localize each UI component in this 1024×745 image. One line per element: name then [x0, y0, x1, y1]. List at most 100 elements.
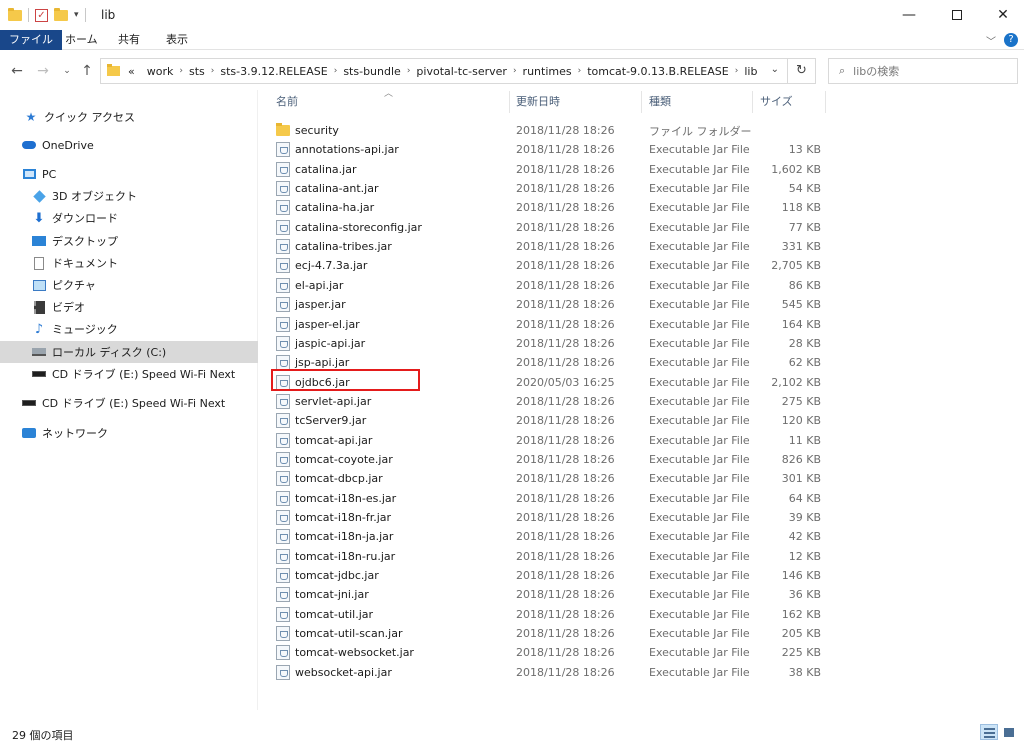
help-icon[interactable]: ? — [1004, 33, 1018, 47]
file-row[interactable]: tomcat-util.jar 2018/11/28 18:26 Executabl… — [274, 605, 834, 624]
sidebar-item-network[interactable]: ネットワーク — [0, 422, 258, 444]
document-icon — [34, 256, 44, 270]
sidebar-item-local-disk-c[interactable]: ローカル ディスク (C:) — [0, 341, 258, 363]
breadcrumb-separator[interactable]: › — [735, 66, 739, 76]
file-row[interactable]: el-api.jar 2018/11/28 18:26 Executable Jar… — [274, 276, 834, 295]
breadcrumb-overflow[interactable]: « — [128, 65, 135, 78]
file-row[interactable]: tomcat-i18n-ja.jar 2018/11/28 18:26 Execut… — [274, 527, 834, 546]
file-row[interactable]: catalina-tribes.jar 2018/11/28 18:26 Execu… — [274, 237, 834, 256]
breadcrumb-separator[interactable]: › — [513, 66, 517, 76]
file-row[interactable]: tomcat-jdbc.jar 2018/11/28 18:26 Executabl… — [274, 566, 834, 585]
column-header-name[interactable]: 名前 — [270, 91, 510, 113]
breadcrumb-sts-bundle[interactable]: sts-bundle — [343, 65, 400, 78]
file-type: Executable Jar File — [649, 414, 750, 428]
address-history-icon[interactable]: ⌄ — [771, 64, 779, 75]
file-row[interactable]: tomcat-i18n-fr.jar 2018/11/28 18:26 Execut… — [274, 508, 834, 527]
file-row[interactable]: tomcat-i18n-ru.jar 2018/11/28 18:26 Execut… — [274, 547, 834, 566]
file-row[interactable]: tcServer9.jar 2018/11/28 18:26 Executable … — [274, 411, 834, 430]
breadcrumb-work[interactable]: work — [147, 65, 174, 78]
file-row[interactable]: catalina-ha.jar 2018/11/28 18:26 Executabl… — [274, 198, 834, 217]
file-row[interactable]: servlet-api.jar 2018/11/28 18:26 Executabl… — [274, 392, 834, 411]
download-icon: ⬇ — [33, 210, 45, 226]
file-size: 54 KB — [788, 182, 821, 196]
folder-row[interactable]: security 2018/11/28 18:26 ファイル フォルダー — [274, 121, 834, 140]
file-row[interactable]: ecj-4.7.3a.jar 2018/11/28 18:26 Executable… — [274, 256, 834, 275]
sidebar-item-3d-objects[interactable]: 3D オブジェクト — [0, 185, 258, 207]
jar-file-icon — [276, 432, 290, 448]
breadcrumb-separator[interactable]: › — [407, 66, 411, 76]
tab-share[interactable]: 共有 — [110, 30, 148, 50]
properties-icon[interactable]: ✓ — [35, 8, 48, 22]
file-name: servlet-api.jar — [295, 394, 372, 408]
file-row[interactable]: tomcat-i18n-es.jar 2018/11/28 18:26 Execut… — [274, 489, 834, 508]
file-row[interactable]: tomcat-api.jar 2018/11/28 18:26 Executable… — [274, 431, 834, 450]
tab-view[interactable]: 表示 — [158, 30, 196, 50]
file-size: 13 KB — [788, 143, 821, 157]
file-row[interactable]: jaspic-api.jar 2018/11/28 18:26 Executable… — [274, 334, 834, 353]
up-arrow-icon[interactable]: ↑ — [78, 61, 96, 81]
breadcrumb-sts[interactable]: sts — [189, 65, 205, 78]
refresh-icon[interactable]: ↻ — [787, 59, 815, 83]
sidebar-item-music[interactable]: ♪ ミュージック — [0, 318, 258, 340]
search-box[interactable]: ⌕ libの検索 — [828, 58, 1018, 84]
file-row[interactable]: jasper.jar 2018/11/28 18:26 Executable Jar… — [274, 295, 834, 314]
file-row[interactable]: catalina.jar 2018/11/28 18:26 Executable J… — [274, 160, 834, 179]
file-row[interactable]: websocket-api.jar 2018/11/28 18:26 Executa… — [274, 663, 834, 682]
column-header-type[interactable]: 種類 — [643, 91, 753, 113]
chevron-down-icon[interactable]: ﹀ — [986, 33, 996, 48]
file-row[interactable]: jasper-el.jar 2018/11/28 18:26 Executable … — [274, 315, 834, 334]
file-date: 2018/11/28 18:26 — [516, 414, 615, 428]
breadcrumb-separator[interactable]: › — [334, 66, 338, 76]
breadcrumb-runtimes[interactable]: runtimes — [523, 65, 572, 78]
sidebar-item-cd-drive-root[interactable]: CD ドライブ (E:) Speed Wi-Fi Next — [0, 392, 258, 414]
sidebar-item-desktop[interactable]: デスクトップ — [0, 230, 258, 252]
close-button[interactable]: ✕ — [980, 0, 1024, 30]
file-row[interactable]: tomcat-websocket.jar 2018/11/28 18:26 Exec… — [274, 643, 834, 662]
new-folder-icon[interactable] — [54, 7, 68, 21]
column-header-date[interactable]: 更新日時 — [510, 91, 642, 113]
sidebar-item-documents[interactable]: ドキュメント — [0, 252, 258, 274]
breadcrumb-separator[interactable]: › — [578, 66, 582, 76]
file-row[interactable]: annotations-api.jar 2018/11/28 18:26 Execu… — [274, 140, 834, 159]
tab-file[interactable]: ファイル — [0, 30, 62, 50]
file-name: tomcat-websocket.jar — [295, 646, 414, 660]
file-row[interactable]: catalina-ant.jar 2018/11/28 18:26 Executab… — [274, 179, 834, 198]
file-row[interactable]: catalina-storeconfig.jar 2018/11/28 18:26… — [274, 218, 834, 237]
file-name: tomcat-api.jar — [295, 433, 373, 447]
back-arrow-icon[interactable]: ← — [8, 61, 26, 81]
file-date: 2018/11/28 18:26 — [516, 627, 615, 641]
breadcrumb-separator[interactable]: › — [211, 66, 215, 76]
sidebar-item-quick-access[interactable]: ★ クイック アクセス — [0, 106, 258, 128]
minimize-button[interactable]: — — [886, 0, 932, 30]
breadcrumb-lib[interactable]: lib — [744, 65, 757, 78]
address-bar[interactable]: « work › sts › sts-3.9.12.RELEASE › sts-… — [100, 58, 816, 84]
sidebar-item-downloads[interactable]: ⬇ ダウンロード — [0, 207, 258, 229]
file-row[interactable]: tomcat-coyote.jar 2018/11/28 18:26 Executa… — [274, 450, 834, 469]
jar-file-icon — [276, 200, 290, 216]
breadcrumb-sts-version[interactable]: sts-3.9.12.RELEASE — [220, 65, 327, 78]
file-name: tomcat-util.jar — [295, 607, 374, 621]
file-row[interactable]: tomcat-util-scan.jar 2018/11/28 18:26 Exec… — [274, 624, 834, 643]
file-size: 331 KB — [781, 240, 821, 254]
file-date: 2018/11/28 18:26 — [516, 491, 615, 505]
sidebar-item-pc[interactable]: PC — [0, 163, 258, 185]
maximize-button[interactable] — [934, 0, 980, 30]
breadcrumb-tomcat[interactable]: tomcat-9.0.13.B.RELEASE — [587, 65, 729, 78]
sidebar-item-cd-drive[interactable]: CD ドライブ (E:) Speed Wi-Fi Next — [0, 363, 258, 385]
forward-arrow-icon[interactable]: → — [34, 61, 52, 81]
large-icons-view-button[interactable] — [1000, 724, 1018, 740]
breadcrumb-separator[interactable]: › — [179, 66, 183, 76]
file-row[interactable]: tomcat-dbcp.jar 2018/11/28 18:26 Executabl… — [274, 469, 834, 488]
recent-locations-icon[interactable]: ⌄ — [58, 61, 76, 81]
video-icon — [33, 300, 45, 314]
sidebar-item-onedrive[interactable]: OneDrive — [0, 134, 258, 156]
sidebar-item-videos[interactable]: ビデオ — [0, 296, 258, 318]
file-row[interactable]: tomcat-jni.jar 2018/11/28 18:26 Executable… — [274, 585, 834, 604]
customize-toolbar-icon[interactable]: ▾ — [74, 10, 79, 20]
breadcrumb-pivotal-tc-server[interactable]: pivotal-tc-server — [416, 65, 507, 78]
tab-home[interactable]: ホーム — [57, 30, 106, 50]
details-view-button[interactable] — [980, 724, 998, 740]
sidebar-item-pictures[interactable]: ピクチャ — [0, 274, 258, 296]
star-icon: ★ — [25, 110, 37, 124]
column-header-size[interactable]: サイズ — [754, 91, 826, 113]
